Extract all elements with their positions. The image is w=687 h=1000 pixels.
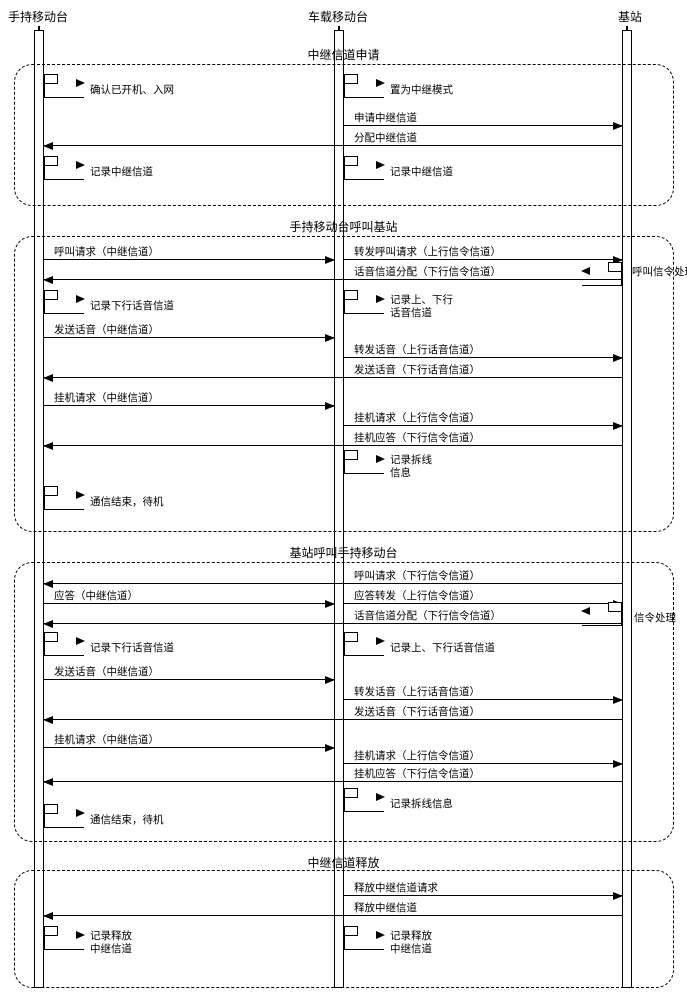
arrow-hangup-ack-3: 挂机应答（下行信令信道） — [44, 768, 622, 782]
arrow-voice-channel-alloc: 话音信道分配（下行信令信道） — [44, 266, 622, 280]
arrow-voice-alloc-3: 话音信道分配（下行信令信道） — [44, 610, 622, 624]
arrow-hangup-req-relay-3: 挂机请求（中继信道） — [44, 734, 334, 748]
section-3-title: 基站呼叫手持移动台 — [8, 544, 679, 561]
actor-handset: 手持移动台 — [8, 8, 68, 25]
arrow-send-voice-relay-2: 发送话音（中继信道） — [44, 324, 334, 338]
arrow-forward-call-request: 转发呼叫请求（上行信令信道） — [344, 246, 622, 260]
actor-vehicle: 车载移动台 — [308, 8, 368, 25]
arrow-hangup-req-fwd-3: 挂机请求（上行信令信道） — [344, 750, 622, 764]
arrow-hangup-req-fwd-2: 挂机请求（上行信令信道） — [344, 412, 622, 426]
actor-base: 基站 — [618, 8, 642, 25]
arrow-send-voice-down-3: 发送话音（下行话音信道） — [44, 706, 622, 720]
arrow-hangup-req-relay-2: 挂机请求（中继信道） — [44, 392, 334, 406]
section-4-title: 中继信道释放 — [8, 854, 679, 871]
arrow-answer-fwd-3: 应答转发（上行信令信道） — [344, 590, 622, 604]
section-2-title: 手持移动台呼叫基站 — [8, 218, 679, 235]
arrow-request-relay-channel: 申请中继信道 — [344, 112, 622, 126]
arrow-answer-3: 应答（中继信道） — [44, 590, 334, 604]
arrow-release: 释放中继信道 — [44, 902, 622, 916]
group-2 — [14, 236, 674, 532]
arrow-send-voice-relay-3: 发送话音（中继信道） — [44, 666, 334, 680]
arrow-release-req: 释放中继信道请求 — [344, 882, 622, 896]
arrow-hangup-ack-2: 挂机应答（下行信令信道） — [44, 432, 622, 446]
arrow-allocate-relay-channel: 分配中继信道 — [44, 132, 622, 146]
arrow-call-req-3: 呼叫请求（下行信令信道） — [44, 570, 622, 584]
sequence-diagram: 手持移动台 车载移动台 基站 中继信道申请 确认已开机、入网 置为中继模式 申请… — [8, 8, 679, 992]
arrow-send-voice-down-2: 发送话音（下行话音信道） — [44, 364, 622, 378]
arrow-call-request-relay: 呼叫请求（中继信道） — [44, 246, 334, 260]
arrow-forward-voice-3: 转发话音（上行话音信道） — [344, 686, 622, 700]
section-1-title: 中继信道申请 — [8, 46, 679, 63]
arrow-forward-voice-2: 转发话音（上行话音信道） — [344, 344, 622, 358]
